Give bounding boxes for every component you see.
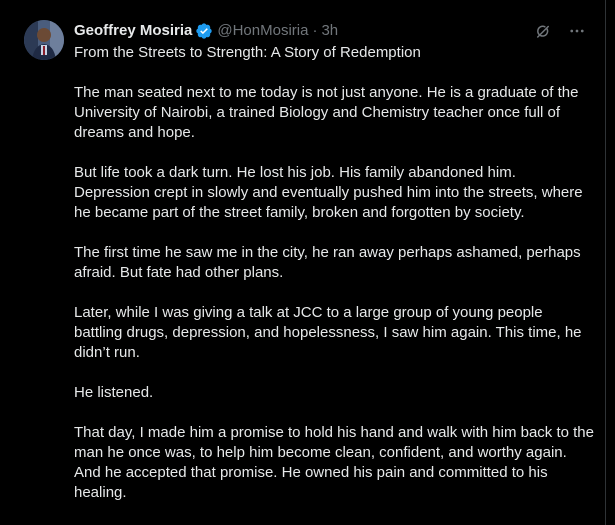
tweet-actions [533,21,587,41]
more-icon[interactable] [567,21,587,41]
author-handle[interactable]: @HonMosiria [217,21,308,41]
verified-badge-icon[interactable] [195,22,213,40]
separator-dot: · [312,22,318,39]
avatar[interactable] [24,20,64,60]
grok-icon[interactable] [533,21,553,41]
tweet-header: Geoffrey Mosiria @HonMosiria · 3h [74,20,338,42]
author-name[interactable]: Geoffrey Mosiria [74,21,192,41]
tweet-article[interactable]: Geoffrey Mosiria @HonMosiria · 3h From t… [0,0,606,525]
post-title: From the Streets to Strength: A Story of… [74,44,421,61]
post-paragraph: But life took a dark turn. He lost his j… [74,164,583,221]
post-paragraph: The man seated next to me today is not j… [74,84,579,141]
post-paragraph: Later, while I was giving a talk at JCC … [74,304,582,361]
post-paragraph: The first time he saw me in the city, he… [74,244,581,281]
post-paragraph: He listened. [74,384,154,401]
tweet-text: From the Streets to Strength: A Story of… [74,43,594,523]
timestamp[interactable]: 3h [321,21,338,41]
post-paragraph: That day, I made him a promise to hold h… [74,424,594,501]
avatar-image [24,20,64,60]
